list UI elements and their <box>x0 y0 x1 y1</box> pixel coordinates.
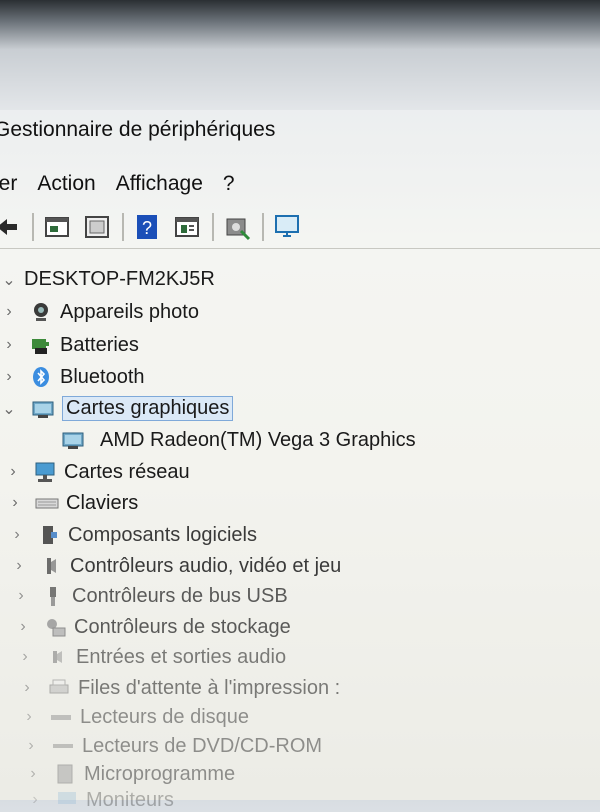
category-controleurs-stockage[interactable]: › Contrôleurs de stockage <box>14 615 291 639</box>
chevron-right-icon[interactable]: › <box>4 463 22 481</box>
toolbar-separator <box>212 213 214 241</box>
chevron-right-icon[interactable]: › <box>24 765 42 783</box>
bluetooth-icon <box>28 365 54 389</box>
usb-icon <box>40 584 66 608</box>
category-label: Contrôleurs audio, vidéo et jeu <box>70 554 342 577</box>
dvd-icon <box>50 734 76 758</box>
menu-help[interactable]: ? <box>217 168 249 202</box>
chevron-down-icon[interactable]: ⌄ <box>0 399 18 419</box>
category-label: Bluetooth <box>60 365 145 388</box>
toolbar-separator <box>122 213 124 241</box>
window-chrome <box>0 0 600 110</box>
category-cartes-reseau[interactable]: › Cartes réseau <box>4 460 190 484</box>
device-amd-radeon[interactable]: AMD Radeon(TM) Vega 3 Graphics <box>60 428 416 452</box>
chevron-right-icon[interactable]: › <box>12 587 30 605</box>
category-cartes-graphiques[interactable]: ⌄ Cartes graphiques <box>0 396 234 421</box>
category-label: Microprogramme <box>84 762 236 785</box>
chevron-right-icon[interactable]: › <box>18 679 36 697</box>
category-moniteurs[interactable]: › Moniteurs <box>26 788 174 812</box>
category-lecteurs-disque[interactable]: › Lecteurs de disque <box>20 705 249 729</box>
chevron-right-icon[interactable]: › <box>16 648 34 666</box>
category-claviers[interactable]: › Claviers <box>6 491 138 515</box>
category-label: Contrôleurs de stockage <box>74 615 291 638</box>
help-icon[interactable]: ? <box>130 211 164 243</box>
category-microprogramme[interactable]: › Microprogramme <box>24 762 235 786</box>
chevron-right-icon[interactable]: › <box>14 618 32 636</box>
printer-icon <box>46 676 72 700</box>
storage-icon <box>42 615 68 639</box>
back-icon[interactable] <box>0 211 24 243</box>
category-label: Contrôleurs de bus USB <box>72 584 288 607</box>
display-adapter-icon <box>30 397 56 421</box>
category-entrees-sorties-audio[interactable]: › Entrées et sorties audio <box>16 645 286 669</box>
category-lecteurs-dvd[interactable]: › Lecteurs de DVD/CD-ROM <box>22 734 322 758</box>
category-controleurs-usb[interactable]: › Contrôleurs de bus USB <box>12 584 288 608</box>
chevron-right-icon[interactable]: › <box>0 368 18 386</box>
category-label: Lecteurs de DVD/CD-ROM <box>82 734 323 757</box>
category-label: Entrées et sorties audio <box>76 645 287 668</box>
chevron-right-icon[interactable]: › <box>10 557 28 575</box>
category-appareils-photo[interactable]: › Appareils photo <box>0 300 199 324</box>
category-controleurs-audio[interactable]: › Contrôleurs audio, vidéo et jeu <box>10 554 341 578</box>
properties-icon[interactable] <box>40 211 74 243</box>
monitor-icon[interactable] <box>270 211 304 243</box>
window-title: Gestionnaire de périphériques <box>0 118 276 141</box>
chevron-down-icon[interactable]: ⌄ <box>0 270 18 290</box>
menu-fichier[interactable]: ier <box>0 168 31 202</box>
category-batteries[interactable]: › Batteries <box>0 333 139 357</box>
category-bluetooth[interactable]: › Bluetooth <box>0 365 145 389</box>
category-label: Composants logiciels <box>68 523 257 546</box>
category-label: Cartes réseau <box>64 460 190 483</box>
category-label: Files d'attente à l'impression : <box>78 676 341 699</box>
chevron-right-icon[interactable]: › <box>26 791 44 809</box>
network-icon <box>32 460 58 484</box>
battery-icon <box>28 333 54 357</box>
category-label: Batteries <box>60 333 139 356</box>
chevron-right-icon[interactable]: › <box>22 737 40 755</box>
speaker-icon <box>44 645 70 669</box>
menu-bar: ier Action Affichage ? <box>0 168 600 202</box>
category-files-impression[interactable]: › Files d'attente à l'impression : <box>18 676 340 700</box>
view-icon[interactable] <box>170 211 204 243</box>
category-label: Lecteurs de disque <box>80 705 250 728</box>
list-icon[interactable] <box>80 211 114 243</box>
chevron-right-icon[interactable]: › <box>0 336 18 354</box>
category-label: Cartes graphiques <box>62 396 234 421</box>
camera-icon <box>28 300 54 324</box>
device-label: AMD Radeon(TM) Vega 3 Graphics <box>100 428 416 451</box>
chevron-right-icon[interactable]: › <box>8 526 26 544</box>
menu-affichage[interactable]: Affichage <box>110 168 217 202</box>
toolbar: ? <box>0 206 600 249</box>
svg-text:?: ? <box>142 218 152 238</box>
tree-root[interactable]: ⌄ DESKTOP-FM2KJ5R <box>0 268 215 291</box>
disk-icon <box>48 705 74 729</box>
category-label: Claviers <box>66 491 139 514</box>
monitor-icon <box>54 788 80 812</box>
computer-name: DESKTOP-FM2KJ5R <box>24 268 215 290</box>
category-composants-logiciels[interactable]: › Composants logiciels <box>8 523 257 547</box>
chevron-right-icon[interactable]: › <box>0 303 18 321</box>
category-label: Appareils photo <box>60 300 199 323</box>
category-label: Moniteurs <box>86 788 174 811</box>
chevron-right-icon[interactable]: › <box>20 708 38 726</box>
toolbar-separator <box>32 213 34 241</box>
keyboard-icon <box>34 491 60 515</box>
audio-icon <box>38 554 64 578</box>
firmware-icon <box>52 762 78 786</box>
chevron-right-icon[interactable]: › <box>6 494 24 512</box>
menu-action[interactable]: Action <box>31 168 109 202</box>
scan-hardware-icon[interactable] <box>220 211 254 243</box>
display-adapter-icon <box>60 428 86 452</box>
software-icon <box>36 523 62 547</box>
toolbar-separator <box>262 213 264 241</box>
